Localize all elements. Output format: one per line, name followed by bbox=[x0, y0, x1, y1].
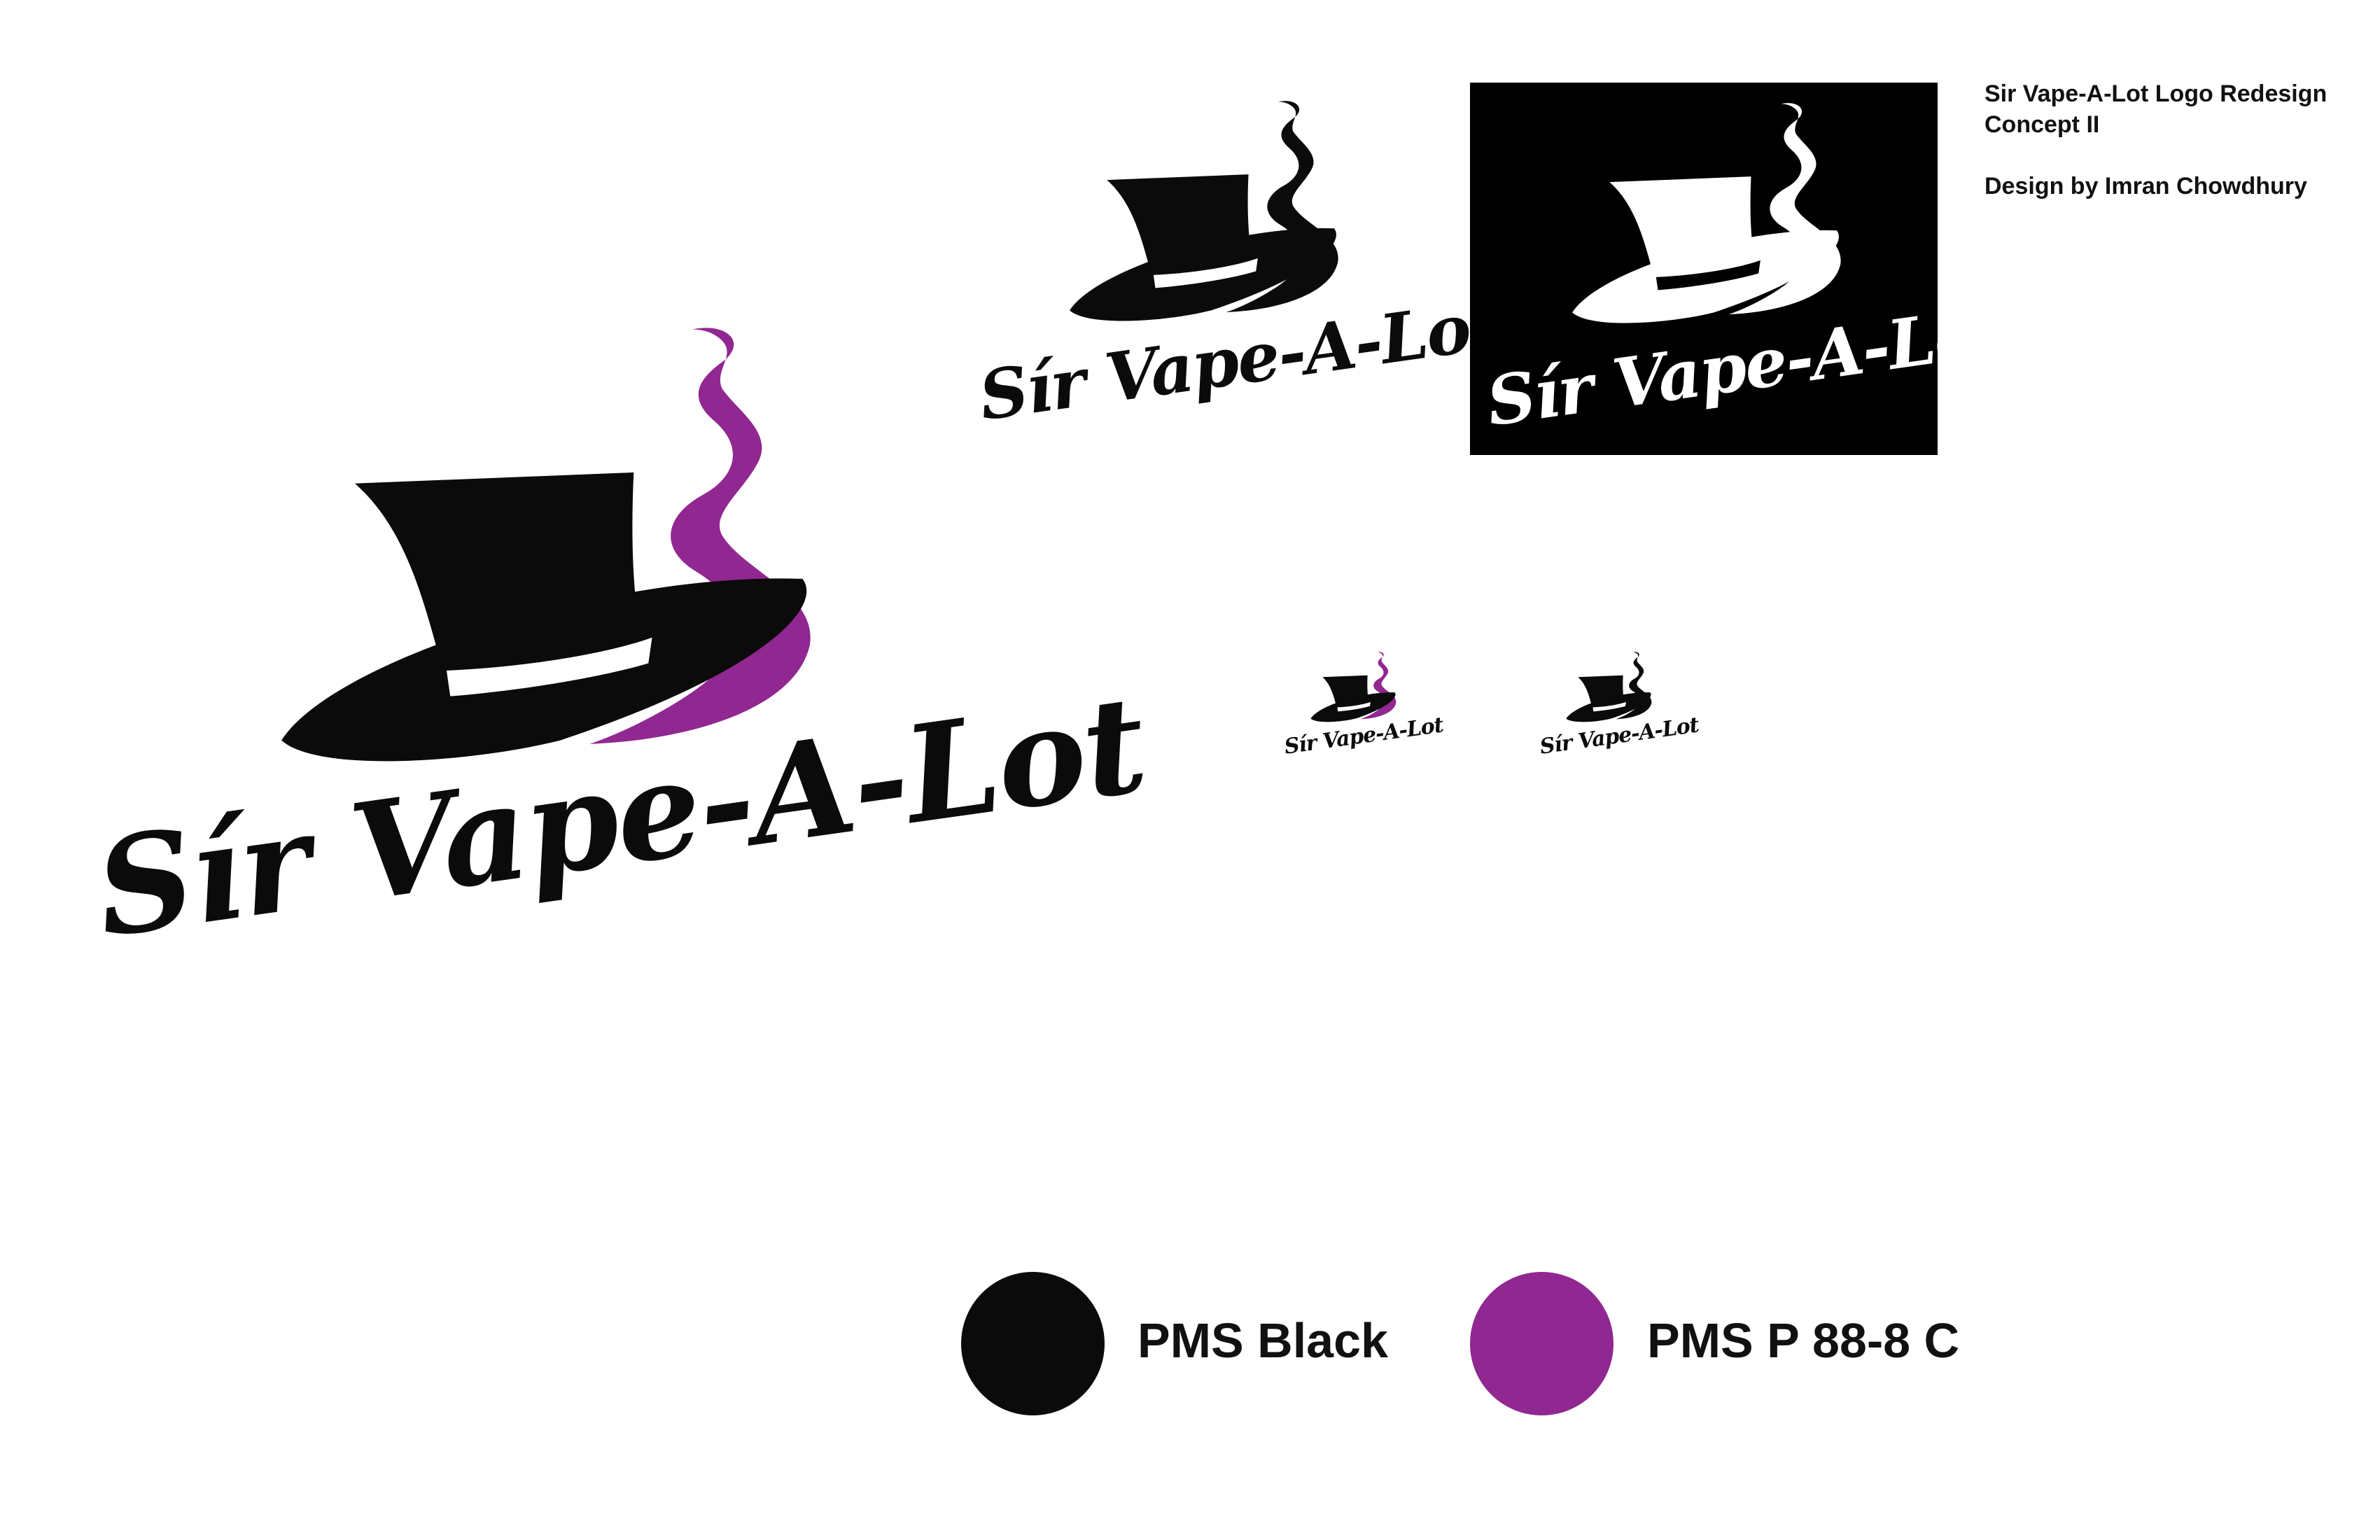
top-hat-with-smoke-icon bbox=[1566, 652, 1652, 722]
info-credit: Design by Imran Chowdhury bbox=[1984, 173, 2307, 200]
logo-black-on-white: Sír Vape-A-Lot bbox=[974, 98, 1504, 448]
swatch-purple-label: PMS P 88-8 C bbox=[1647, 1313, 1960, 1368]
logo-black-small: Sír Vape-A-Lot bbox=[1539, 651, 1700, 763]
info-block: Sir Vape-A-Lot Logo Redesign Concept II … bbox=[1984, 78, 2362, 202]
top-hat-with-smoke-icon bbox=[281, 328, 811, 762]
info-title: Sir Vape-A-Lot Logo Redesign bbox=[1984, 80, 2328, 107]
top-hat-with-smoke-icon bbox=[1310, 652, 1396, 722]
top-hat-with-smoke-icon bbox=[1070, 101, 1338, 321]
logo-full-color-small: Sír Vape-A-Lot bbox=[1283, 651, 1445, 763]
swatch-black bbox=[961, 1272, 1105, 1415]
top-hat-with-smoke-icon bbox=[1572, 103, 1841, 323]
logo-white-on-black: Sír Vape-A-Lot bbox=[1470, 83, 2012, 455]
logo-full-color-large: Sír Vape-A-Lot bbox=[87, 322, 1154, 987]
swatch-black-label: PMS Black bbox=[1138, 1313, 1388, 1368]
swatch-purple bbox=[1470, 1272, 1614, 1415]
info-subtitle: Concept II bbox=[1984, 111, 2100, 138]
